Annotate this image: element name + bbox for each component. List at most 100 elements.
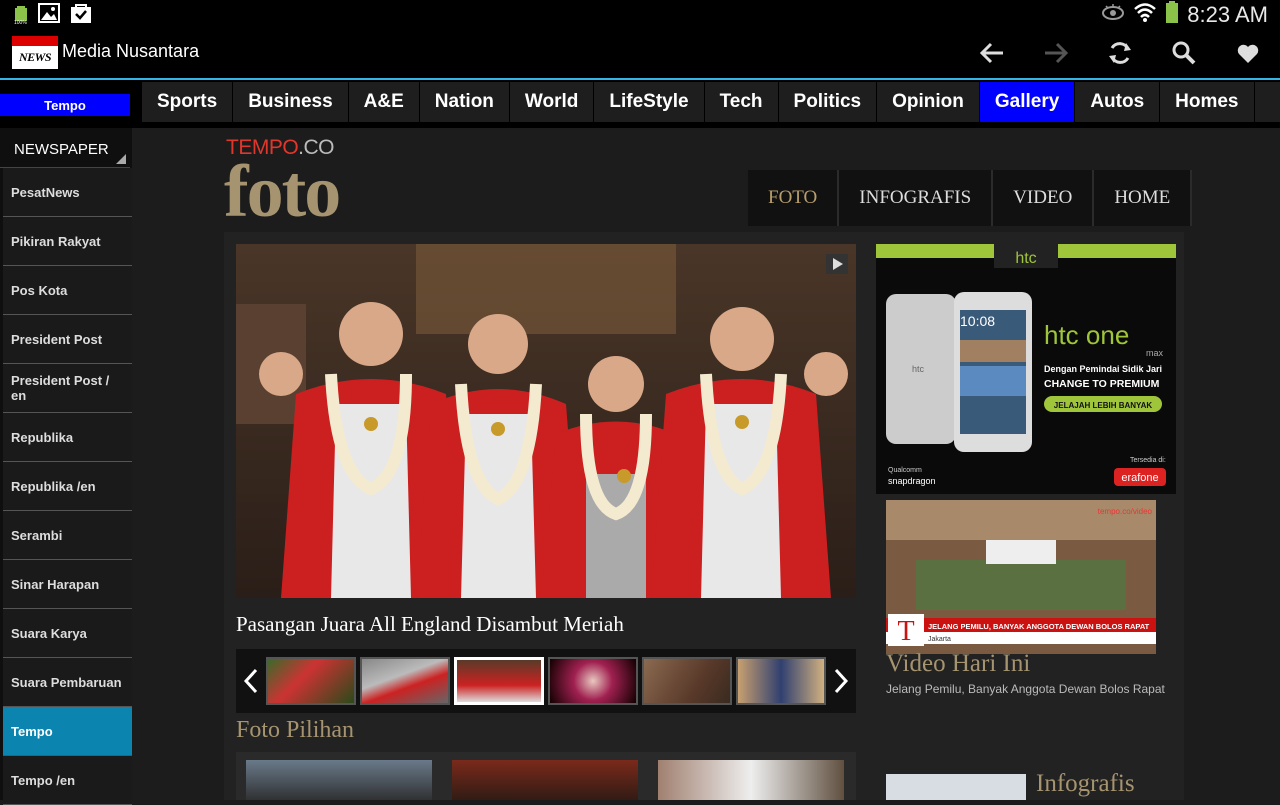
ad-chip-name: snapdragon	[888, 476, 936, 486]
web-content: TEMPO.CO foto FOTOINFOGRAFISVIDEOHOME	[132, 128, 1280, 800]
foto-pilihan-item[interactable]	[452, 760, 638, 800]
sidebar-item-republika[interactable]: Republika	[3, 413, 132, 462]
chevron-left-icon	[243, 668, 259, 694]
ad-store: erafone	[1121, 472, 1158, 484]
infografis-thumbnail[interactable]	[886, 774, 1026, 800]
thumbnail[interactable]	[266, 657, 356, 705]
category-tab-world[interactable]: World	[510, 82, 594, 122]
site-tab-home[interactable]: HOME	[1094, 170, 1192, 226]
foto-pilihan-heading: Foto Pilihan	[236, 717, 354, 744]
battery-icon	[1165, 1, 1179, 28]
thumbnail-selected[interactable]	[454, 657, 544, 705]
app-logo[interactable]: NEWS	[12, 36, 58, 69]
ad-headline: CHANGE TO PREMIUM	[1044, 378, 1160, 390]
video-overlay-logo: T	[897, 616, 914, 647]
foto-pilihan-item[interactable]	[658, 760, 844, 800]
category-tabs: SportsBusinessA&ENationWorldLifeStyleTec…	[142, 82, 1280, 122]
foto-pilihan-item[interactable]	[246, 760, 432, 800]
category-tab-politics[interactable]: Politics	[779, 82, 878, 122]
thumbnails	[266, 657, 826, 705]
sidebar-item-suara-pembaruan[interactable]: Suara Pembaruan	[3, 658, 132, 707]
sidebar-item-tempo-en[interactable]: Tempo /en	[3, 756, 132, 805]
sidebar-item-pikiran-rakyat[interactable]: Pikiran Rakyat	[3, 217, 132, 266]
category-nav: Tempo SportsBusinessA&ENationWorldLifeSt…	[0, 80, 1280, 128]
status-bar: 100% 8:23 AM	[0, 0, 1280, 26]
category-tab-homes[interactable]: Homes	[1160, 82, 1254, 122]
foto-pilihan-row	[236, 752, 856, 800]
thumbnail[interactable]	[360, 657, 450, 705]
category-tab-overflow	[1255, 82, 1280, 122]
category-tab-nation[interactable]: Nation	[420, 82, 510, 122]
category-tab-gallery[interactable]: Gallery	[980, 82, 1075, 122]
arrow-left-icon	[979, 41, 1005, 65]
htc-ad-graphic: htc 10:08 htc htc one max Dengan Peminda…	[876, 244, 1176, 494]
sidebar-item-president-post[interactable]: President Post	[3, 315, 132, 364]
battery-notification-icon: 100%	[14, 6, 28, 26]
ad-brand: htc	[1015, 250, 1036, 267]
forward-button[interactable]	[1024, 26, 1088, 80]
thumbnail[interactable]	[736, 657, 826, 705]
clock: 8:23 AM	[1187, 3, 1268, 27]
wifi-icon	[1133, 1, 1157, 28]
main-photo[interactable]	[236, 244, 856, 598]
gallery-panel: Pasangan Juara All England Disambut Meri…	[224, 232, 1184, 800]
category-tab-sports[interactable]: Sports	[142, 82, 233, 122]
video-corner-label: tempo.co/video	[1098, 507, 1153, 516]
sidebar-item-serambi[interactable]: Serambi	[3, 511, 132, 560]
thumbs-next-button[interactable]	[826, 661, 856, 701]
ad-cta: JELAJAH LEBIH BANYAK	[1054, 401, 1153, 410]
video-description[interactable]: Jelang Pemilu, Banyak Anggota Dewan Bolo…	[886, 682, 1165, 696]
sidebar-item-suara-karya[interactable]: Suara Karya	[3, 609, 132, 658]
dropdown-corner-icon	[116, 154, 126, 164]
sidebar-item-pesatnews[interactable]: PesatNews	[3, 168, 132, 217]
ad-chip-brand: Qualcomm	[888, 467, 922, 474]
eye-icon	[1101, 3, 1125, 26]
video-thumbnail[interactable]: tempo.co/video T JELANG PEMILU, BANYAK A…	[886, 500, 1156, 654]
ad-product: htc one	[1044, 320, 1129, 350]
thumbs-prev-button[interactable]	[236, 661, 266, 701]
category-tab-opinion[interactable]: Opinion	[877, 82, 980, 122]
sidebar-header-label: NEWSPAPER	[14, 141, 109, 158]
category-tab-autos[interactable]: Autos	[1075, 82, 1160, 122]
sidebar-item-pos-kota[interactable]: Pos Kota	[3, 266, 132, 315]
search-button[interactable]	[1152, 26, 1216, 80]
htc-advertisement[interactable]: htc 10:08 htc htc one max Dengan Peminda…	[876, 244, 1176, 494]
category-tab-business[interactable]: Business	[233, 82, 348, 122]
action-bar: NEWS Media Nusantara	[0, 26, 1280, 80]
refresh-button[interactable]	[1088, 26, 1152, 80]
ad-phone-time: 10:08	[960, 313, 995, 329]
battery-percent-text: 100%	[14, 20, 27, 26]
sidebar-item-president-post-en[interactable]: President Post / en	[3, 364, 132, 413]
heart-icon	[1236, 42, 1260, 64]
category-tab-lifestyle[interactable]: LifeStyle	[594, 82, 704, 122]
category-tab-tech[interactable]: Tech	[705, 82, 779, 122]
main-photo-caption[interactable]: Pasangan Juara All England Disambut Meri…	[236, 612, 624, 637]
site-tab-foto[interactable]: FOTO	[748, 170, 839, 226]
app-title: Media Nusantara	[62, 41, 199, 62]
category-tab-a-e[interactable]: A&E	[349, 82, 420, 122]
sidebar-item-sinar-harapan[interactable]: Sinar Harapan	[3, 560, 132, 609]
site-tabs: FOTOINFOGRAFISVIDEOHOME	[748, 170, 1192, 226]
store-bag-icon	[70, 3, 92, 28]
infografis-heading[interactable]: Infografis	[1036, 770, 1135, 798]
section-title: foto	[224, 152, 339, 232]
sidebar-item-tempo[interactable]: Tempo	[3, 707, 132, 756]
image-icon	[38, 3, 60, 28]
video-thumbnail-image: tempo.co/video T JELANG PEMILU, BANYAK A…	[886, 500, 1156, 654]
ad-phone-brand: htc	[912, 364, 925, 374]
thumbnail[interactable]	[548, 657, 638, 705]
thumbnail[interactable]	[642, 657, 732, 705]
favorite-button[interactable]	[1216, 26, 1280, 80]
video-overlay-city: Jakarta	[928, 636, 951, 643]
newspaper-dropdown[interactable]: NEWSPAPER	[0, 138, 130, 168]
back-button[interactable]	[960, 26, 1024, 80]
site-tab-video[interactable]: VIDEO	[993, 170, 1094, 226]
search-icon	[1171, 40, 1197, 66]
app-logo-text: NEWS	[19, 50, 51, 65]
arrow-right-icon	[1043, 41, 1069, 65]
sidebar: NEWSPAPER PesatNewsPikiran RakyatPos Kot…	[0, 128, 132, 800]
sidebar-item-republika-en[interactable]: Republika /en	[3, 462, 132, 511]
site-tab-infografis[interactable]: INFOGRAFIS	[839, 170, 993, 226]
video-title[interactable]: Video Hari Ini	[886, 650, 1030, 678]
source-badge[interactable]: Tempo	[0, 94, 130, 116]
